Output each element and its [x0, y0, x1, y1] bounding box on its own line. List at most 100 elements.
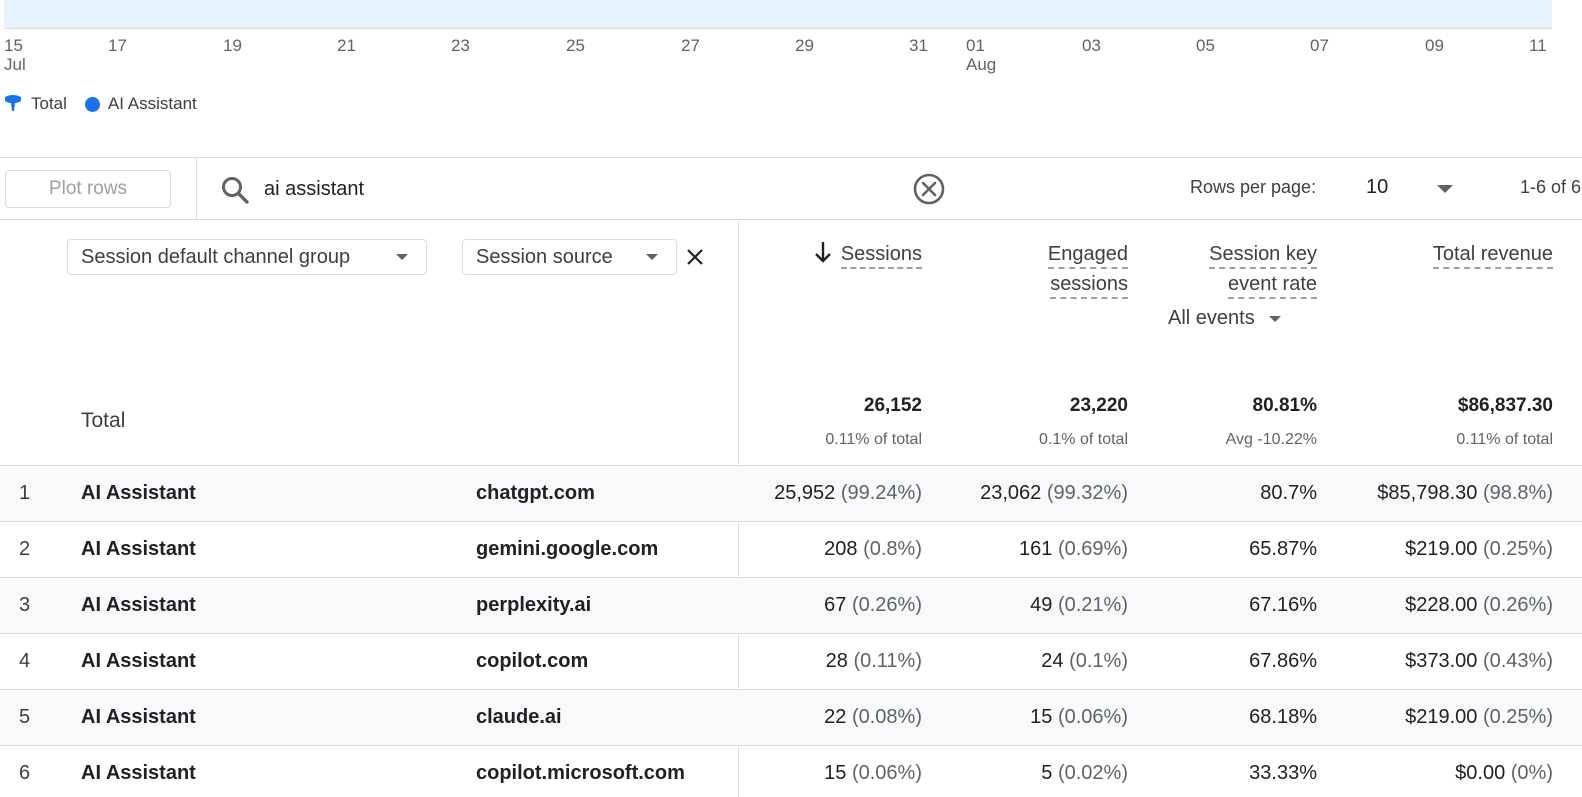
- row-key-event-rate-value: 68.18%: [1249, 706, 1317, 728]
- header-total-revenue[interactable]: Total revenue: [1360, 239, 1553, 269]
- table-row[interactable]: 1 AI Assistant chatgpt.com 25,952 (99.24%) 2…: [0, 466, 1582, 522]
- row-channel: AI Assistant: [81, 482, 196, 505]
- row-engaged-sessions: 15 (0.06%): [940, 706, 1128, 729]
- x-axis-tick: 11: [1529, 36, 1547, 55]
- header-sessions[interactable]: Sessions: [760, 239, 922, 269]
- dimension-2-select[interactable]: Session source: [462, 239, 677, 275]
- rows-per-page-label: Rows per page:: [1190, 177, 1317, 197]
- row-engaged-sessions-value: 161: [1019, 538, 1053, 560]
- x-axis-tick: 01 Aug: [966, 36, 996, 74]
- row-key-event-rate: 80.7%: [1140, 482, 1317, 505]
- x-axis-tick-label: 09: [1425, 36, 1444, 55]
- table-row[interactable]: 6 AI Assistant copilot.microsoft.com 15 (0.…: [0, 746, 1582, 797]
- x-axis-tick: 23: [451, 36, 470, 55]
- x-axis-tick-label: 21: [337, 36, 356, 55]
- table-row[interactable]: 3 AI Assistant perplexity.ai 67 (0.26%) 49 (…: [0, 578, 1582, 634]
- row-source-value: copilot.microsoft.com: [476, 762, 685, 784]
- key-event-filter-label: All events: [1168, 307, 1255, 329]
- row-sessions-percent: (0.06%): [851, 762, 922, 784]
- row-source: copilot.com: [476, 650, 588, 673]
- row-key-event-rate-value: 67.86%: [1249, 650, 1317, 672]
- x-axis-tick: 03: [1082, 36, 1101, 55]
- report-table: Session default channel group Session so…: [0, 221, 1582, 797]
- row-source-value: claude.ai: [476, 706, 562, 728]
- legend-ai-assistant-label: AI Assistant: [107, 94, 197, 113]
- row-total-revenue-value: $373.00: [1405, 650, 1478, 672]
- row-engaged-sessions-value: 15: [1030, 706, 1053, 728]
- row-channel-value: AI Assistant: [81, 594, 196, 616]
- row-key-event-rate-value: 33.33%: [1249, 762, 1317, 784]
- row-total-revenue-value: $219.00: [1405, 706, 1478, 728]
- chevron-down-icon: [396, 254, 408, 260]
- dimension-1-select[interactable]: Session default channel group: [67, 239, 427, 275]
- search-input[interactable]: [264, 172, 884, 206]
- row-total-revenue: $85,798.30 (98.8%): [1320, 482, 1553, 505]
- row-total-revenue: $228.00 (0.26%): [1320, 594, 1553, 617]
- row-channel-value: AI Assistant: [81, 762, 196, 784]
- row-source-value: perplexity.ai: [476, 594, 592, 616]
- header-engaged-sessions[interactable]: Engaged sessions: [960, 239, 1128, 299]
- row-engaged-sessions-value: 5: [1041, 762, 1053, 784]
- table-body: 1 AI Assistant chatgpt.com 25,952 (99.24%) 2…: [0, 466, 1582, 797]
- total-engaged-sub: 0.1% of total: [1039, 431, 1128, 448]
- row-index-value: 6: [19, 762, 31, 784]
- row-total-revenue-value: $85,798.30: [1377, 482, 1478, 504]
- table-row[interactable]: 2 AI Assistant gemini.google.com 208 (0.8%)…: [0, 522, 1582, 578]
- row-engaged-sessions-value: 23,062: [980, 482, 1042, 504]
- table-row[interactable]: 4 AI Assistant copilot.com 28 (0.11%) 24 (0.…: [0, 634, 1582, 690]
- plot-rows-button[interactable]: Plot rows: [5, 170, 171, 208]
- header-sessions-label: Sessions: [840, 241, 922, 269]
- total-revenue: $86,837.30: [1457, 395, 1553, 416]
- row-sessions: 15 (0.06%): [740, 762, 922, 785]
- row-engaged-sessions-percent: (0.21%): [1057, 594, 1128, 616]
- x-axis-tick-month: Aug: [966, 55, 997, 74]
- row-channel-value: AI Assistant: [81, 706, 196, 728]
- x-axis-tick-label: 19: [223, 36, 242, 55]
- chart-area: 15 Jul 17 19 21 23 25 27 29 31 01 Aug 03 05 07 09 11 Tot…: [0, 0, 1582, 158]
- clear-search-icon[interactable]: [912, 172, 946, 206]
- row-source: gemini.google.com: [476, 538, 658, 561]
- table-toolbar: Plot rows Rows per page: 10 1-6 of 6: [0, 158, 1582, 220]
- legend-item-total[interactable]: Total: [4, 94, 67, 114]
- row-engaged-sessions: 24 (0.1%): [940, 650, 1128, 673]
- x-axis-tick: 05: [1196, 36, 1215, 55]
- x-axis-tick-label: 17: [108, 36, 127, 55]
- rows-per-page-caret-icon[interactable]: [1437, 185, 1453, 193]
- header-key-event-rate[interactable]: Session key event rate: [1140, 239, 1317, 299]
- total-revenue-sub: 0.11% of total: [1456, 431, 1553, 448]
- x-axis-tick-label: 07: [1310, 36, 1329, 55]
- x-axis-ticks: 15 Jul 17 19 21 23 25 27 29 31 01 Aug 03 05 07 09 11: [0, 36, 1582, 80]
- row-total-revenue-value: $0.00: [1455, 762, 1506, 784]
- toolbar-separator: [196, 158, 197, 220]
- table-row[interactable]: 5 AI Assistant claude.ai 22 (0.08%) 15 (0.06…: [0, 690, 1582, 746]
- row-engaged-sessions: 161 (0.69%): [940, 538, 1128, 561]
- row-source: chatgpt.com: [476, 482, 595, 505]
- row-key-event-rate-value: 80.7%: [1260, 482, 1317, 504]
- row-index-value: 3: [19, 594, 31, 616]
- row-engaged-sessions-percent: (0.02%): [1057, 762, 1128, 784]
- legend-item-ai-assistant[interactable]: AI Assistant: [84, 94, 197, 114]
- x-axis-tick: 15 Jul: [4, 36, 26, 74]
- key-event-filter-select[interactable]: All events: [1168, 307, 1281, 330]
- x-axis-tick: 29: [795, 36, 814, 55]
- remove-dimension-close-icon[interactable]: [684, 246, 706, 268]
- row-index: 4: [19, 650, 30, 673]
- row-total-revenue-percent: (0.26%): [1482, 594, 1553, 616]
- x-axis-tick-label: 03: [1082, 36, 1101, 55]
- sort-descending-arrow-icon: [814, 242, 831, 263]
- row-source: perplexity.ai: [476, 594, 591, 617]
- row-source: copilot.microsoft.com: [476, 762, 685, 785]
- row-sessions-value: 67: [824, 594, 847, 616]
- dimension-2-label: Session source: [476, 245, 613, 268]
- total-keyrate: 80.81%: [1252, 395, 1317, 416]
- row-sessions-value: 15: [824, 762, 847, 784]
- x-axis-tick: 19: [223, 36, 242, 55]
- x-axis-tick: 07: [1310, 36, 1329, 55]
- row-key-event-rate: 33.33%: [1140, 762, 1317, 785]
- rows-per-page-select[interactable]: 10: [1366, 176, 1388, 199]
- row-index: 5: [19, 706, 30, 729]
- row-total-revenue: $373.00 (0.43%): [1320, 650, 1553, 673]
- row-channel: AI Assistant: [81, 594, 196, 617]
- row-sessions: 25,952 (99.24%): [740, 482, 922, 505]
- row-key-event-rate: 67.16%: [1140, 594, 1317, 617]
